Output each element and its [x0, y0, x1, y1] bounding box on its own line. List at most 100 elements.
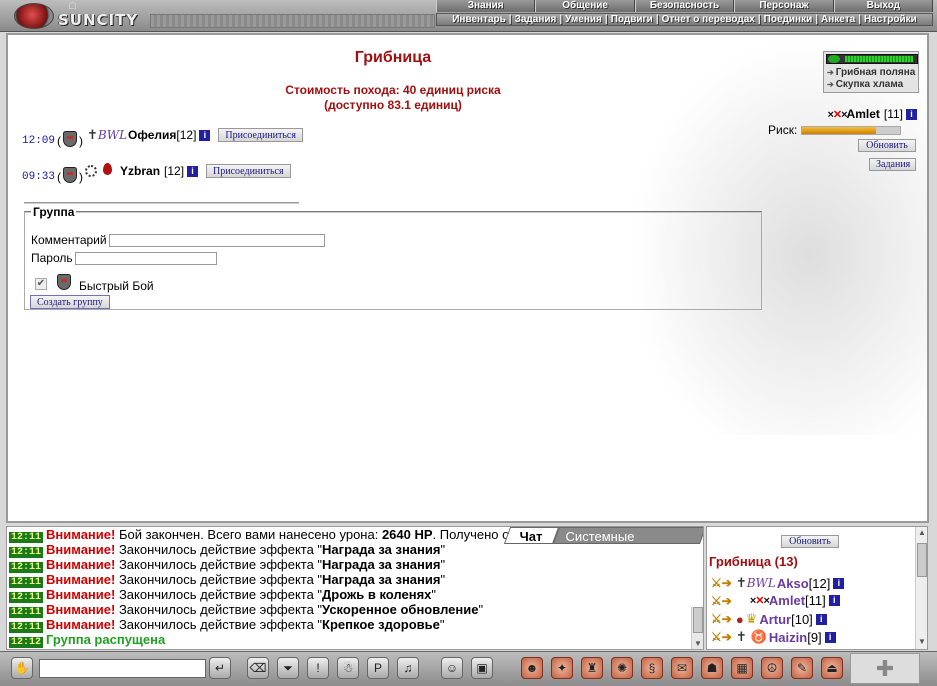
- friends-icon[interactable]: ☮: [761, 657, 783, 679]
- chat-input[interactable]: [39, 659, 206, 678]
- player-name[interactable]: Офелия: [128, 128, 176, 142]
- chat-line: 12:11 Внимание! Закончилось действие эффе…: [7, 602, 703, 618]
- info-icon[interactable]: i: [906, 108, 917, 120]
- join-button[interactable]: Присоединиться: [218, 128, 303, 142]
- menu-znaniya[interactable]: Знания: [436, 0, 536, 12]
- location-panel: Грибная поляна Скупка хлама: [823, 51, 919, 93]
- scroll-up-icon[interactable]: ▲: [918, 528, 926, 537]
- cost-line: Стоимость похода: 40 единиц риска: [285, 83, 501, 97]
- group-form: Группа Комментарий Пароль ✔ Быстрый Бой …: [24, 205, 762, 310]
- submenu-poedinki[interactable]: Поединки: [764, 14, 813, 25]
- scroll-down-icon[interactable]: ▼: [694, 639, 702, 648]
- exit-icon[interactable]: ⏏: [821, 657, 843, 679]
- menu-obshchenie[interactable]: Общение: [535, 0, 635, 12]
- info-icon[interactable]: i: [199, 129, 211, 141]
- logo[interactable]: ☖ SUNCITY: [6, 1, 156, 31]
- link-junk-buyer[interactable]: Скупка хлама: [827, 79, 903, 90]
- tab-system-messages[interactable]: Системные сообщения: [552, 527, 703, 561]
- create-group-button[interactable]: Создать группу: [30, 295, 110, 309]
- gear-icon: [85, 165, 98, 177]
- player-name[interactable]: Yzbran: [120, 164, 160, 178]
- chat-bold: Дрожь в коленях: [322, 587, 432, 602]
- shield-icon: [63, 167, 78, 183]
- mail-icon[interactable]: ✉: [671, 657, 693, 679]
- submenu-nastroiki[interactable]: Настройки: [864, 14, 917, 25]
- private-arrow-icon[interactable]: ⚔➔: [711, 612, 732, 626]
- refresh-button[interactable]: Обновить: [858, 139, 916, 152]
- user-name[interactable]: Artur: [759, 612, 791, 627]
- link-mushroom-glade[interactable]: Грибная поляна: [827, 67, 916, 78]
- user-level: [10]: [791, 611, 813, 627]
- comment-label: Комментарий: [31, 233, 107, 247]
- private-arrow-icon[interactable]: ⚔➔: [711, 594, 732, 608]
- submenu-otchet[interactable]: Отчет о переводах: [662, 14, 755, 25]
- filter-icon[interactable]: ⏷: [277, 657, 299, 679]
- puzzle-icon[interactable]: ✚: [850, 653, 920, 684]
- users-scrollbar[interactable]: ▲ ▼: [915, 527, 927, 649]
- user-name[interactable]: Haizin: [769, 630, 807, 645]
- sound-icon[interactable]: ♫: [397, 657, 419, 679]
- private-icon[interactable]: P: [367, 657, 389, 679]
- map-icon[interactable]: ✺: [611, 657, 633, 679]
- user-level: [12]: [808, 575, 831, 591]
- comment-input[interactable]: [109, 234, 325, 247]
- main-panel: Грибница Стоимость похода: 40 единиц рис…: [6, 33, 929, 523]
- submenu-umeniya[interactable]: Умения: [565, 14, 602, 25]
- clan-badge[interactable]: BWL: [98, 128, 127, 142]
- bag-icon[interactable]: ♜: [581, 657, 603, 679]
- scroll-icon[interactable]: §: [641, 657, 663, 679]
- menu-personazh[interactable]: Персонаж: [734, 0, 834, 12]
- chat-system-text: Группа распущена: [46, 632, 166, 647]
- character-icon[interactable]: ☻: [521, 657, 543, 679]
- separator: |: [815, 14, 819, 25]
- clan-icon[interactable]: ☗: [701, 657, 723, 679]
- bottom-toolbar: ✋ ↵ ⌫ ⏷ ! ☃ P ♫ ☺ ▣ ☻ ✦ ♜ ✺ § ✉ ☗ ▦ ☮ ✎ …: [0, 651, 937, 686]
- submenu-anketa[interactable]: Анкета: [821, 14, 855, 25]
- chat-scrollbar[interactable]: ▼: [691, 607, 703, 649]
- info-icon[interactable]: i: [815, 613, 827, 625]
- info-icon[interactable]: i: [828, 595, 840, 606]
- scroll-thumb[interactable]: [693, 607, 703, 633]
- scroll-thumb[interactable]: [917, 543, 927, 577]
- join-button[interactable]: Присоединиться: [206, 164, 291, 178]
- submenu-inventar[interactable]: Инвентарь: [452, 14, 506, 25]
- user-name[interactable]: Amlet: [769, 593, 805, 608]
- self-name[interactable]: Amlet: [847, 107, 880, 121]
- fast-battle-option: Быстрый Бой: [55, 274, 154, 293]
- translit-icon[interactable]: ▣: [471, 657, 493, 679]
- menu-bezopasnost[interactable]: Безопасность: [634, 0, 735, 12]
- user-name[interactable]: Akso: [777, 576, 809, 591]
- users-refresh-button[interactable]: Обновить: [781, 535, 839, 548]
- chat-text: Закончилось действие эффекта ": [115, 602, 323, 617]
- dance-icon[interactable]: ☃: [337, 657, 359, 679]
- scroll-down-icon[interactable]: ▼: [918, 637, 926, 646]
- chat-options-icon[interactable]: ✋: [11, 657, 33, 679]
- lock-icon[interactable]: ▦: [731, 657, 753, 679]
- fast-battle-checkbox[interactable]: ✔: [35, 278, 47, 290]
- info-icon[interactable]: i: [187, 165, 199, 177]
- skills-icon[interactable]: ✦: [551, 657, 573, 679]
- menu-vykhod[interactable]: Выход: [833, 0, 934, 12]
- eraser-icon[interactable]: ⌫: [247, 657, 269, 679]
- submenu-zadaniya[interactable]: Задания: [515, 14, 557, 25]
- page-title: Грибница: [354, 49, 432, 66]
- password-label: Пароль: [31, 251, 73, 265]
- chat-line: 12:11 Внимание! Закончилось действие эффе…: [7, 572, 703, 588]
- private-arrow-icon[interactable]: ⚔➔: [711, 630, 732, 644]
- user-level: [9]: [807, 629, 822, 645]
- separator: |: [757, 14, 761, 25]
- info-icon[interactable]: i: [824, 631, 836, 643]
- private-arrow-icon[interactable]: ⚔➔: [711, 576, 732, 590]
- main-menu: Знания Общение Безопасность Персонаж Вых…: [436, 0, 934, 12]
- smiley-icon[interactable]: ☺: [441, 657, 463, 679]
- alert-icon[interactable]: !: [307, 657, 329, 679]
- send-icon[interactable]: ↵: [209, 657, 231, 679]
- info-icon[interactable]: i: [833, 577, 845, 589]
- submenu-podvigi[interactable]: Подвиги: [611, 14, 653, 25]
- password-input[interactable]: [75, 252, 217, 265]
- forum-icon[interactable]: ✎: [791, 657, 813, 679]
- tasks-button[interactable]: Задания: [869, 158, 916, 171]
- chat-text: Закончилось действие эффекта ": [115, 572, 323, 587]
- tab-chat[interactable]: Чат: [503, 527, 559, 544]
- player-level: [12]: [176, 128, 197, 142]
